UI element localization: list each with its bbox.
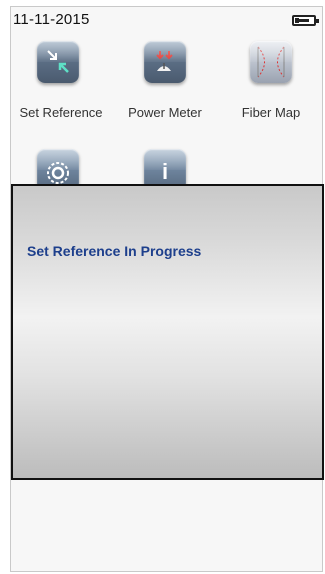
- date-label: 11-11-2015: [13, 11, 90, 28]
- power-meter-app-button[interactable]: [144, 41, 186, 83]
- status-bar: 11-11-2015: [11, 7, 322, 33]
- battery-charging-icon: [292, 15, 319, 26]
- set-reference-label[interactable]: Set Reference: [11, 105, 111, 120]
- fiber-map-label[interactable]: Fiber Map: [221, 105, 321, 120]
- power-meter-icon: [156, 51, 173, 71]
- set-reference-app-button[interactable]: [37, 41, 79, 83]
- set-reference-icon: [47, 50, 69, 73]
- fiber-map-icon: [257, 46, 285, 78]
- progress-message: Set Reference In Progress: [27, 243, 202, 259]
- svg-text:i: i: [162, 159, 168, 184]
- device-screen: 11-11-2015 Set Reference Power Meter Fib…: [10, 6, 324, 572]
- power-meter-label[interactable]: Power Meter: [115, 105, 215, 120]
- fiber-map-app-button[interactable]: [250, 41, 292, 83]
- progress-dialog: Set Reference In Progress: [11, 184, 324, 480]
